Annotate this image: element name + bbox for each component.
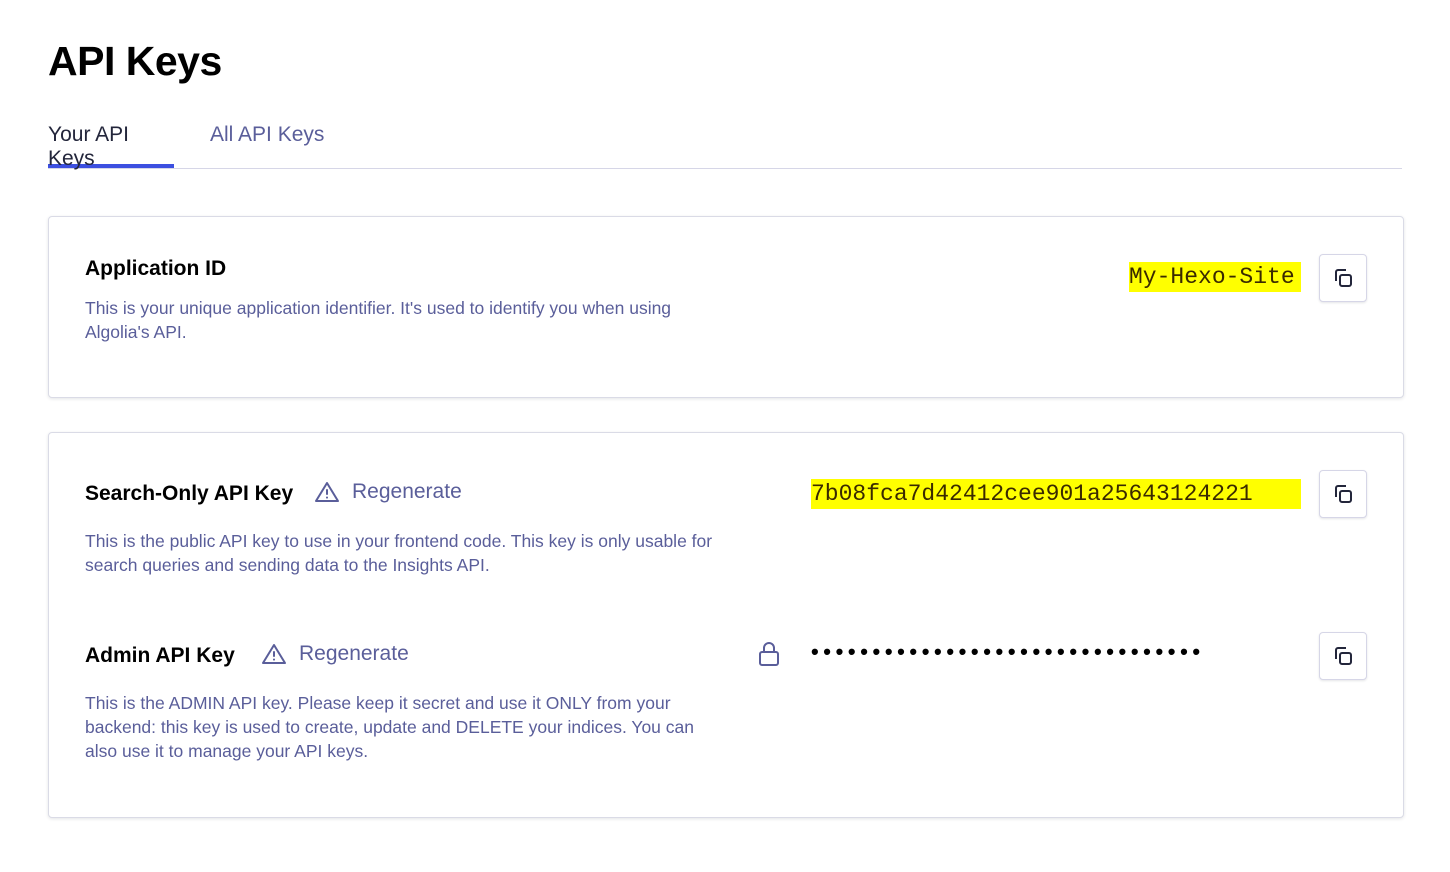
copy-icon [1331, 644, 1355, 668]
api-keys-card: Search-Only API Key Regenerate This is t… [48, 432, 1404, 818]
admin-key-description: This is the ADMIN API key. Please keep i… [85, 693, 694, 761]
copy-search-key-button[interactable] [1319, 470, 1367, 518]
admin-key-title: Admin API Key [85, 644, 235, 667]
regenerate-label: Regenerate [352, 480, 462, 503]
tab-all-api-keys[interactable]: All API Keys [210, 123, 324, 167]
application-id-card: Application ID This is your unique appli… [48, 216, 1404, 398]
search-key-description: This is the public API key to use in you… [85, 531, 713, 575]
lock-icon[interactable] [757, 641, 781, 667]
warning-icon [261, 642, 287, 666]
copy-icon [1331, 482, 1355, 506]
application-id-value[interactable]: My-Hexo-Site [1129, 262, 1301, 292]
api-keys-page: API Keys Your API Keys All API Keys Appl… [0, 0, 1450, 872]
search-key-title: Search-Only API Key [85, 482, 294, 505]
tab-bar: Your API Keys All API Keys [48, 118, 1402, 170]
search-key-value[interactable]: 7b08fca7d42412cee901a25643124221 [811, 479, 1301, 509]
copy-admin-key-button[interactable] [1319, 632, 1367, 680]
page-title: API Keys [48, 38, 222, 84]
regenerate-label: Regenerate [299, 642, 409, 665]
copy-icon [1331, 266, 1355, 290]
copy-application-id-button[interactable] [1319, 254, 1367, 302]
warning-icon [314, 480, 340, 504]
admin-key-regenerate-button[interactable]: Regenerate [261, 642, 409, 666]
application-id-title: Application ID [85, 257, 227, 280]
tab-your-api-keys[interactable]: Your API Keys [48, 123, 174, 170]
search-key-regenerate-button[interactable]: Regenerate [314, 480, 462, 504]
application-id-description: This is your unique application identifi… [85, 298, 672, 342]
admin-key-masked-value: •••••••••••••••••••••••••••••••• [811, 639, 1205, 664]
